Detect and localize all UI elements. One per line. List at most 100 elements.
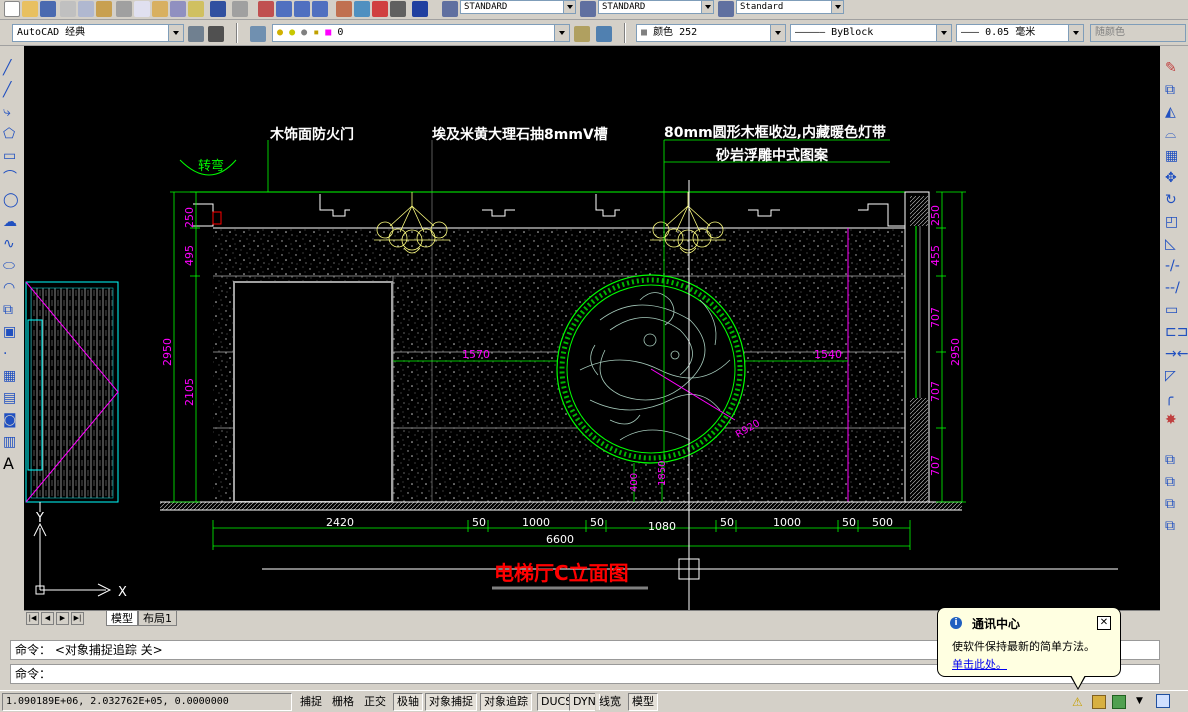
- dim-style-select[interactable]: STANDARD: [598, 0, 714, 14]
- design-center-icon[interactable]: [354, 1, 370, 17]
- arc-icon[interactable]: ⌒: [3, 170, 19, 186]
- rectangle-icon[interactable]: ▭: [3, 148, 19, 164]
- balloon-close-button[interactable]: ✕: [1097, 616, 1111, 630]
- drawing-canvas[interactable]: 木饰面防火门 埃及米黄大理石抽8mmV槽 80mm圆形木框收边,内藏暖色灯带 砂…: [24, 46, 1160, 610]
- table-style-icon[interactable]: [718, 1, 734, 17]
- ortho-toggle[interactable]: 正交: [360, 693, 390, 711]
- customize-icon[interactable]: [208, 26, 224, 42]
- array-icon[interactable]: ▦: [1165, 148, 1181, 164]
- color-select[interactable]: ■ 颜色 252: [636, 24, 786, 42]
- cut-icon[interactable]: [116, 1, 132, 17]
- explode-icon[interactable]: ✸: [1165, 412, 1181, 428]
- lock-icon[interactable]: [1092, 695, 1106, 709]
- print-icon[interactable]: [60, 1, 76, 17]
- publish-icon[interactable]: [96, 1, 112, 17]
- layer-select[interactable]: ● ● ● ▪ ■ 0: [272, 24, 570, 42]
- lineweight-toggle[interactable]: 线宽: [595, 693, 625, 711]
- make-object-layer-current-icon[interactable]: [574, 26, 590, 42]
- extend-icon[interactable]: --/: [1165, 280, 1181, 296]
- layer-manager-icon[interactable]: [250, 26, 266, 42]
- draw-order-under-icon[interactable]: ⧉: [1165, 518, 1181, 534]
- coordinates-readout[interactable]: 1.090189E+06, 2.032762E+05, 0.0000000: [2, 693, 292, 711]
- region-icon[interactable]: ◙: [3, 412, 19, 428]
- open-file-icon[interactable]: [22, 1, 38, 17]
- gradient-icon[interactable]: ▤: [3, 390, 19, 406]
- tab-model[interactable]: 模型: [106, 611, 138, 626]
- polyline-icon[interactable]: ⤷: [3, 104, 19, 120]
- text-style-icon[interactable]: [442, 1, 458, 17]
- line-icon[interactable]: ╱: [3, 60, 19, 76]
- draw-order-back-icon[interactable]: ⧉: [1165, 474, 1181, 490]
- osnap-toggle[interactable]: 对象捕捉: [425, 693, 477, 711]
- next-tab-button[interactable]: ▶: [56, 612, 69, 625]
- make-block-icon[interactable]: ▣: [3, 324, 19, 340]
- ellipse-arc-icon[interactable]: ◠: [3, 280, 19, 296]
- workspace-settings-icon[interactable]: [188, 26, 204, 42]
- tool-palettes-icon[interactable]: [372, 1, 388, 17]
- move-icon[interactable]: ✥: [1165, 170, 1181, 186]
- offset-icon[interactable]: ⌓: [1165, 126, 1181, 142]
- table-style-select[interactable]: Standard: [736, 0, 844, 14]
- trim-icon[interactable]: -/-: [1165, 258, 1181, 274]
- communication-center-icon[interactable]: [1112, 695, 1126, 709]
- insert-block-icon[interactable]: ⧉: [3, 302, 19, 318]
- copy-object-icon[interactable]: ⧉: [1165, 82, 1181, 98]
- snap-toggle[interactable]: 捕捉: [296, 693, 326, 711]
- hatch-icon[interactable]: ▦: [3, 368, 19, 384]
- draw-order-above-icon[interactable]: ⧉: [1165, 496, 1181, 512]
- circle-icon[interactable]: ◯: [3, 192, 19, 208]
- redo-icon[interactable]: [232, 1, 248, 17]
- undo-icon[interactable]: [210, 1, 226, 17]
- chamfer-icon[interactable]: ◸: [1165, 368, 1181, 384]
- tab-layout1[interactable]: 布局1: [138, 611, 177, 626]
- status-menu-arrow-icon[interactable]: ▼: [1136, 696, 1146, 706]
- join-icon[interactable]: →←: [1165, 346, 1188, 362]
- zoom-previous-icon[interactable]: [312, 1, 328, 17]
- workspace-select[interactable]: AutoCAD 经典: [12, 24, 184, 42]
- grid-toggle[interactable]: 栅格: [328, 693, 358, 711]
- model-space-toggle[interactable]: 模型: [628, 693, 658, 711]
- save-icon[interactable]: [40, 1, 56, 17]
- calculator-icon[interactable]: [390, 1, 406, 17]
- zoom-realtime-icon[interactable]: [276, 1, 292, 17]
- ellipse-icon[interactable]: ⬭: [3, 258, 19, 274]
- copy-icon[interactable]: [134, 1, 150, 17]
- balloon-link[interactable]: 单击此处。: [952, 656, 1007, 672]
- point-icon[interactable]: ·: [3, 346, 19, 362]
- zoom-window-icon[interactable]: [294, 1, 310, 17]
- block-editor-icon[interactable]: [188, 1, 204, 17]
- linetype-select[interactable]: ————— ByBlock: [790, 24, 952, 42]
- stretch-icon[interactable]: ◺: [1165, 236, 1181, 252]
- warning-icon[interactable]: ⚠: [1072, 695, 1086, 709]
- lineweight-select[interactable]: ——— 0.05 毫米: [956, 24, 1084, 42]
- properties-icon[interactable]: [336, 1, 352, 17]
- mirror-icon[interactable]: ◭: [1165, 104, 1181, 120]
- multiline-text-icon[interactable]: A: [3, 456, 19, 472]
- construction-line-icon[interactable]: ╱: [3, 82, 19, 98]
- otrack-toggle[interactable]: 对象追踪: [480, 693, 532, 711]
- new-file-icon[interactable]: [4, 1, 20, 17]
- layer-previous-icon[interactable]: [596, 26, 612, 42]
- fillet-icon[interactable]: ╭: [1165, 390, 1181, 406]
- pan-icon[interactable]: [258, 1, 274, 17]
- paste-icon[interactable]: [152, 1, 168, 17]
- prev-tab-button[interactable]: ◀: [41, 612, 54, 625]
- help-icon[interactable]: [412, 1, 428, 17]
- spline-icon[interactable]: ∿: [3, 236, 19, 252]
- clean-screen-icon[interactable]: [1156, 694, 1170, 708]
- first-tab-button[interactable]: |◀: [26, 612, 39, 625]
- erase-icon[interactable]: ✎: [1165, 60, 1181, 76]
- scale-icon[interactable]: ◰: [1165, 214, 1181, 230]
- draw-order-front-icon[interactable]: ⧉: [1165, 452, 1181, 468]
- text-style-select[interactable]: STANDARD: [460, 0, 576, 14]
- rotate-icon[interactable]: ↻: [1165, 192, 1181, 208]
- revision-cloud-icon[interactable]: ☁: [3, 214, 19, 230]
- match-properties-icon[interactable]: [170, 1, 186, 17]
- table-icon[interactable]: ▥: [3, 434, 19, 450]
- break-icon[interactable]: ⊏⊐: [1165, 324, 1188, 340]
- plot-preview-icon[interactable]: [78, 1, 94, 17]
- break-at-point-icon[interactable]: ▭: [1165, 302, 1181, 318]
- polygon-icon[interactable]: ⬠: [3, 126, 19, 142]
- last-tab-button[interactable]: ▶|: [71, 612, 84, 625]
- polar-toggle[interactable]: 极轴: [393, 693, 423, 711]
